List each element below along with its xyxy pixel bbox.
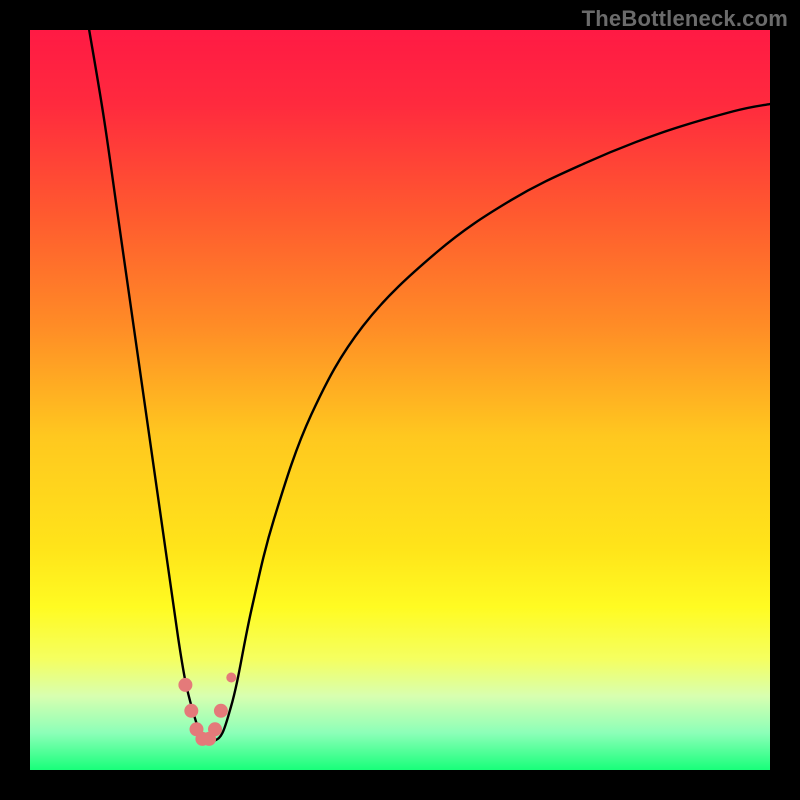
highlight-dot [184,704,198,718]
highlight-dot [178,678,192,692]
curve-layer [30,30,770,770]
highlight-dot [226,673,236,683]
highlight-dot [208,722,222,736]
bottleneck-curve [89,30,770,741]
highlight-dot [214,704,228,718]
watermark-text: TheBottleneck.com [582,6,788,32]
plot-area [30,30,770,770]
marker-group [178,673,236,746]
chart-frame: TheBottleneck.com [0,0,800,800]
